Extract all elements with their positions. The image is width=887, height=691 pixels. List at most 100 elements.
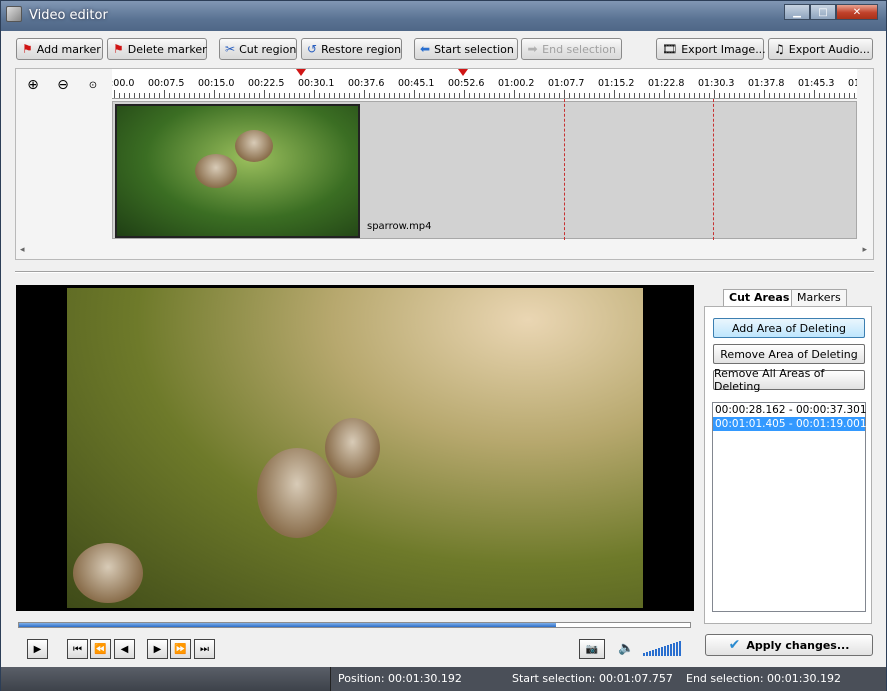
end-selection-button[interactable]: ➡ End selection: [521, 38, 622, 60]
timeline-marker[interactable]: [458, 69, 469, 76]
ruler-tick: [534, 93, 535, 98]
ruler-tick: [804, 93, 805, 98]
zoom-in-icon[interactable]: ⊕: [23, 75, 43, 95]
ruler-tick: [774, 93, 775, 98]
scroll-left-icon[interactable]: ◂: [20, 245, 25, 255]
ruler-tick: [249, 93, 250, 98]
ruler-tick: [314, 90, 315, 98]
cut-areas-list[interactable]: 00:00:28.162 - 00:00:37.301 00:01:01.405 …: [712, 402, 867, 612]
volume-bar: [670, 644, 672, 656]
ruler-tick: [394, 93, 395, 98]
speaker-icon[interactable]: 🔈: [618, 641, 634, 656]
ruler-tick: [134, 93, 135, 98]
ruler-tick: [284, 93, 285, 98]
volume-bar: [676, 642, 678, 656]
video-track[interactable]: sparrow.mp4: [112, 101, 857, 239]
go-to-start-button[interactable]: ⏮: [67, 639, 88, 659]
ruler-tick: [734, 93, 735, 98]
maximize-button[interactable]: □: [810, 4, 836, 20]
splitter[interactable]: [15, 271, 874, 273]
ruler-tick: [264, 90, 265, 98]
snapshot-camera-icon[interactable]: 📷: [579, 639, 605, 659]
selection-start-line[interactable]: [563, 99, 565, 240]
red-flag-icon: ⚑: [22, 42, 33, 56]
ruler-tick: [584, 93, 585, 98]
ruler-tick: [154, 93, 155, 98]
selection-end-line[interactable]: [712, 99, 714, 240]
ruler-tick: [589, 93, 590, 98]
clip-thumbnail[interactable]: [115, 104, 360, 238]
export-audio-button[interactable]: ♫ Export Audio...: [768, 38, 873, 60]
ruler-tick: [239, 93, 240, 98]
remove-all-areas-button[interactable]: Remove All Areas of Deleting: [713, 367, 865, 393]
cut-areas-panel: Add Area of Deleting Remove Area of Dele…: [704, 306, 872, 624]
ruler-tick: [494, 93, 495, 98]
ruler-tick: [159, 93, 160, 98]
step-forward-button[interactable]: ▶: [147, 639, 168, 659]
start-selection-button[interactable]: ⬅ Start selection: [414, 38, 518, 60]
ruler-tick: [709, 93, 710, 98]
window-title: Video editor: [29, 8, 108, 23]
cut-area-item[interactable]: 00:00:28.162 - 00:00:37.301: [713, 403, 867, 417]
add-area-button[interactable]: Add Area of Deleting: [713, 318, 865, 338]
ruler-tick: [619, 93, 620, 98]
ruler-tick: [449, 93, 450, 98]
fast-forward-button[interactable]: ⏩: [170, 639, 191, 659]
ruler-tick: [549, 93, 550, 98]
ruler-tick: [784, 93, 785, 98]
ruler-tick: [489, 93, 490, 98]
add-marker-button[interactable]: ⚑ Add marker: [16, 38, 103, 60]
restore-region-button[interactable]: ↺ Restore region: [301, 38, 402, 60]
volume-bar: [655, 649, 657, 656]
cut-area-item[interactable]: 00:01:01.405 - 00:01:19.001: [713, 417, 867, 431]
ruler-tick: [139, 93, 140, 98]
timeline-scrollbar[interactable]: ◂ ▸: [16, 245, 873, 258]
ruler-tick: [679, 93, 680, 98]
ruler-tick: [389, 93, 390, 98]
step-back-button[interactable]: ◀: [114, 639, 135, 659]
ruler-tick: [369, 93, 370, 98]
timeline-marker[interactable]: [296, 69, 307, 76]
apply-changes-button[interactable]: ✔ Apply changes...: [705, 634, 873, 656]
ruler-tick: [179, 93, 180, 98]
tab-markers[interactable]: Markers: [791, 289, 847, 307]
ruler-tick: [419, 93, 420, 98]
ruler-tick: [244, 93, 245, 98]
ruler-tick: [519, 93, 520, 98]
playback-progress[interactable]: [18, 622, 691, 628]
scroll-right-icon[interactable]: ▸: [862, 245, 867, 255]
ruler-tick: [404, 93, 405, 98]
ruler-tick: [664, 90, 665, 98]
play-button[interactable]: ▶: [27, 639, 48, 659]
ruler-tick: [329, 93, 330, 98]
ruler-label: 01:22.8: [648, 78, 685, 89]
time-ruler[interactable]: 00:00.0 00:07.5 00:15.0 00:22.5 00:30.1 00:37…: [112, 69, 857, 99]
ruler-tick: [834, 93, 835, 98]
audio-export-icon: ♫: [774, 42, 785, 56]
go-to-end-button[interactable]: ⏭: [194, 639, 215, 659]
ruler-tick: [739, 93, 740, 98]
zoom-fit-icon[interactable]: ⊙: [83, 75, 103, 95]
ruler-tick: [614, 90, 615, 98]
cut-region-button[interactable]: ✂ Cut region: [219, 38, 297, 60]
export-image-button[interactable]: 🎞 Export Image...: [656, 38, 766, 60]
ruler-label: 01:45.3: [798, 78, 835, 89]
delete-marker-button[interactable]: ⚑ Delete marker: [107, 38, 207, 60]
ruler-tick: [309, 93, 310, 98]
ruler-tick: [789, 93, 790, 98]
ruler-tick: [279, 93, 280, 98]
ruler-tick: [529, 93, 530, 98]
minimize-button[interactable]: ▁: [784, 4, 810, 20]
ruler-label: 01:37.8: [748, 78, 785, 89]
zoom-out-icon[interactable]: ⊖: [53, 75, 73, 95]
ruler-tick: [799, 93, 800, 98]
ruler-tick: [124, 93, 125, 98]
close-button[interactable]: ✕: [836, 4, 878, 20]
remove-area-button[interactable]: Remove Area of Deleting: [713, 344, 865, 364]
rewind-button[interactable]: ⏪: [90, 639, 111, 659]
ruler-tick: [114, 90, 115, 98]
volume-slider[interactable]: [643, 641, 681, 656]
ruler-label: 00:52.6: [448, 78, 485, 89]
ruler-tick: [824, 93, 825, 98]
ruler-label: 01:15.2: [598, 78, 635, 89]
